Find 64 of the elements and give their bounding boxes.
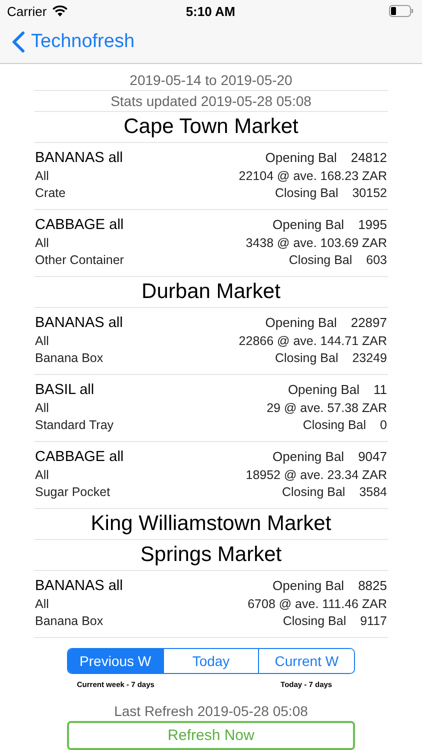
closing-value: 23249: [352, 350, 387, 366]
opening-value: 11: [374, 380, 387, 398]
container-label: Crate: [35, 184, 67, 202]
closing-label: Closing Bal: [282, 612, 346, 630]
market-title: Cape Town Market: [34, 112, 388, 142]
opening-label: Opening Bal: [272, 216, 344, 234]
product-name: BASIL all: [35, 380, 96, 400]
opening-value: 1995: [358, 216, 387, 234]
container-label: Sugar Pocket: [35, 484, 112, 500]
closing-label: Closing Bal: [282, 484, 346, 500]
sales-summary: 22104 @ ave. 168.23 ZAR: [238, 168, 387, 184]
closing-value: 3584: [359, 484, 387, 500]
sales-summary: 18952 @ ave. 23.34 ZAR: [246, 466, 387, 484]
variety-label: All: [35, 596, 50, 612]
container-label: Banana Box: [35, 350, 104, 366]
market-title: Springs Market: [34, 540, 388, 570]
opening-label: Opening Bal: [272, 576, 344, 595]
opening-label: Opening Bal: [265, 148, 337, 167]
container-label: Other Container: [35, 252, 124, 268]
segment-tab[interactable]: Previous W: [68, 648, 163, 674]
variety-label: All: [35, 168, 50, 184]
opening-value: 8825: [358, 576, 387, 594]
product-name: CABBAGE all: [35, 216, 124, 234]
closing-value: 30152: [352, 184, 387, 202]
opening-label: Opening Bal: [288, 380, 360, 399]
opening-value: 22897: [350, 314, 387, 332]
product-name: BANANAS all: [35, 576, 123, 596]
closing-label: Closing Bal: [288, 252, 352, 268]
product-name: BANANAS all: [35, 148, 123, 168]
opening-label: Opening Bal: [272, 448, 344, 466]
segment-tab[interactable]: Current W: [258, 648, 354, 674]
market-title: King Williamstown Market: [34, 508, 388, 540]
carrier-label: Carrier: [7, 4, 47, 19]
closing-value: 0: [380, 416, 387, 434]
battery-icon: [389, 5, 414, 18]
date-range: 2019-05-14 to 2019-05-20: [34, 70, 388, 90]
wifi-icon: [52, 5, 68, 18]
back-button[interactable]: Technofresh: [12, 30, 135, 53]
variety-label: All: [35, 234, 50, 252]
closing-label: Closing Bal: [302, 416, 366, 434]
opening-value: 24812: [350, 148, 387, 166]
refresh-button[interactable]: Refresh Now: [67, 721, 355, 750]
closing-value: 9117: [360, 612, 387, 630]
container-label: Banana Box: [35, 612, 104, 630]
closing-label: Closing Bal: [275, 184, 338, 202]
variety-label: All: [35, 332, 50, 350]
sales-summary: 29 @ ave. 57.38 ZAR: [266, 400, 387, 416]
variety-label: All: [35, 400, 50, 416]
variety-label: All: [35, 466, 50, 484]
chevron-left-icon: [12, 30, 25, 53]
product-name: CABBAGE all: [35, 448, 124, 466]
clock-time: 5:10 AM: [186, 4, 236, 19]
opening-label: Opening Bal: [265, 314, 337, 332]
sales-summary: 6708 @ ave. 111.46 ZAR: [248, 596, 387, 612]
last-refresh: Last Refresh 2019-05-28 05:08: [113, 703, 309, 720]
opening-value: 9047: [358, 448, 387, 466]
product-name: BANANAS all: [35, 314, 123, 332]
closing-value: 603: [366, 252, 387, 268]
sales-summary: 3438 @ ave. 103.69 ZAR: [246, 234, 387, 252]
sales-summary: 22866 @ ave. 144.71 ZAR: [238, 332, 387, 350]
container-label: Standard Tray: [35, 416, 114, 434]
market-title: Durban Market: [34, 276, 388, 308]
stats-updated: Stats updated 2019-05-28 05:08: [34, 90, 388, 112]
closing-label: Closing Bal: [275, 350, 338, 366]
